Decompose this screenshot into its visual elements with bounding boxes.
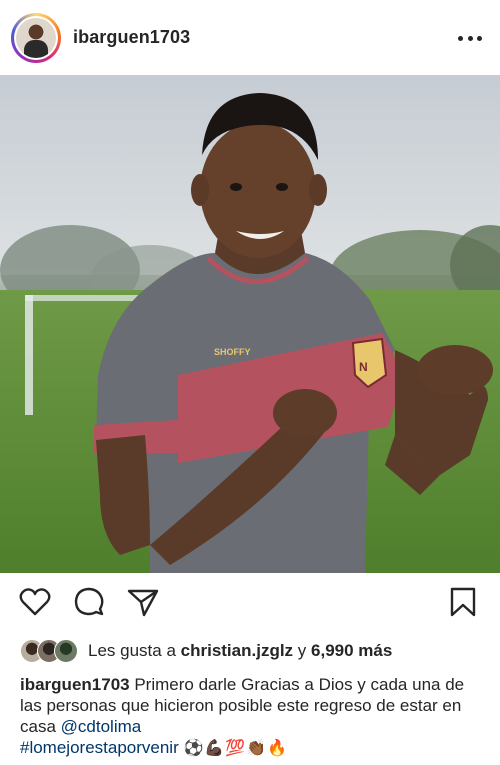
likes-count[interactable]: 6,990 más <box>311 641 392 661</box>
likes-prefix: Les gusta a <box>88 641 176 660</box>
caption-mention[interactable]: @cdtolima <box>61 717 142 736</box>
caption-username[interactable]: ibarguen1703 <box>20 675 130 694</box>
liker-avatar <box>54 639 78 663</box>
post-header: ibarguen1703 <box>0 0 500 75</box>
profile-avatar[interactable] <box>11 13 61 63</box>
svg-text:N: N <box>359 360 368 374</box>
comment-icon[interactable] <box>72 585 106 619</box>
post-username[interactable]: ibarguen1703 <box>73 27 190 48</box>
player-photo-illustration: N SHOFFY <box>0 75 500 573</box>
likes-summary: Les gusta a christian.jzglz y 6,990 más <box>20 638 392 664</box>
post-photo[interactable]: N SHOFFY <box>0 75 500 573</box>
likes-user-link[interactable]: christian.jzglz <box>181 641 293 661</box>
more-horizontal-icon[interactable] <box>458 36 482 42</box>
paper-plane-icon[interactable] <box>126 585 160 619</box>
caption-hashtag[interactable]: #lomejorestaporvenir <box>20 738 179 757</box>
shirt-sponsor-text: SHOFFY <box>214 347 251 357</box>
heart-icon[interactable] <box>18 585 52 619</box>
liker-avatars[interactable] <box>20 639 82 663</box>
post-actions <box>0 585 500 625</box>
post-caption: ibarguen1703 Primero darle Gracias a Dio… <box>20 674 480 759</box>
caption-emojis: ⚽💪🏿💯👏🏾🔥 <box>183 740 289 757</box>
bookmark-icon[interactable] <box>446 585 480 619</box>
avatar-image <box>16 18 56 58</box>
likes-connector: y <box>297 641 307 660</box>
instagram-post: ibarguen1703 N SHOFFY Les gusta a christ… <box>0 0 500 765</box>
